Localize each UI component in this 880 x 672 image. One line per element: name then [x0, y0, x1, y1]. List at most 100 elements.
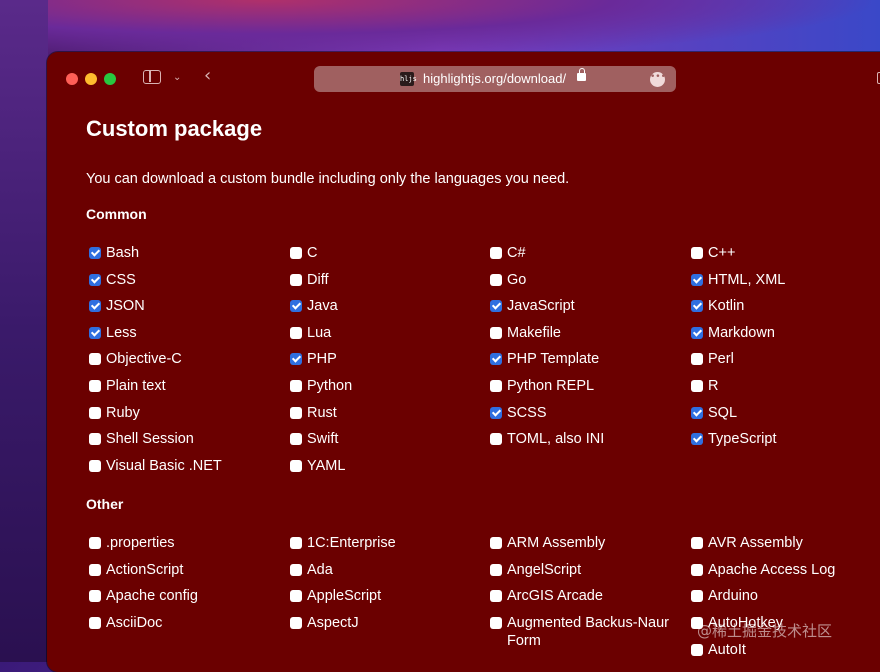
language-checkbox[interactable]	[290, 380, 302, 392]
language-checkbox[interactable]	[691, 590, 703, 603]
chevron-down-icon[interactable]: ⌄	[173, 72, 181, 83]
language-checkbox[interactable]	[490, 353, 502, 366]
language-checkbox[interactable]	[89, 537, 101, 549]
sidebar-toggle-icon[interactable]	[143, 70, 161, 84]
language-checkbox[interactable]	[89, 273, 101, 286]
language-checkbox[interactable]	[490, 563, 502, 576]
language-option[interactable]: Ada	[290, 561, 333, 579]
language-checkbox[interactable]	[89, 406, 101, 419]
language-option[interactable]: Diff	[290, 271, 329, 289]
language-option[interactable]: JSON	[89, 297, 145, 315]
zoom-window-button[interactable]	[104, 73, 116, 85]
language-option[interactable]: Java	[290, 297, 338, 315]
language-option[interactable]: Swift	[290, 430, 338, 448]
language-option[interactable]: AngelScript	[490, 561, 581, 579]
language-option[interactable]: Ruby	[89, 404, 140, 422]
address-bar[interactable]: hljs highlightjs.org/download/ •••	[314, 66, 676, 92]
language-option[interactable]: Go	[490, 271, 526, 289]
language-option[interactable]: Rust	[290, 404, 337, 422]
language-checkbox[interactable]	[89, 353, 101, 366]
language-checkbox[interactable]	[290, 433, 302, 446]
language-checkbox[interactable]	[490, 326, 502, 339]
language-checkbox[interactable]	[691, 273, 703, 286]
minimize-window-button[interactable]	[85, 73, 97, 85]
language-checkbox[interactable]	[490, 273, 502, 286]
language-option[interactable]: R	[691, 377, 718, 395]
language-option[interactable]: Python	[290, 377, 352, 395]
language-checkbox[interactable]	[290, 563, 302, 576]
language-option[interactable]: AutoIt	[691, 641, 746, 659]
language-option[interactable]: Python REPL	[490, 377, 594, 395]
language-checkbox[interactable]	[290, 406, 302, 419]
language-option[interactable]: C++	[691, 244, 735, 262]
language-option[interactable]: ARM Assembly	[490, 534, 605, 552]
language-checkbox[interactable]	[89, 459, 101, 472]
language-option[interactable]: Makefile	[490, 324, 561, 342]
close-window-button[interactable]	[66, 73, 78, 85]
language-option[interactable]: C#	[490, 244, 526, 262]
language-checkbox[interactable]	[691, 247, 703, 259]
language-checkbox[interactable]	[691, 563, 703, 576]
language-option[interactable]: AspectJ	[290, 614, 359, 632]
language-option[interactable]: .properties	[89, 534, 175, 552]
language-checkbox[interactable]	[691, 380, 703, 392]
language-checkbox[interactable]	[691, 433, 703, 446]
language-option[interactable]: PHP Template	[490, 350, 599, 368]
language-option[interactable]: Kotlin	[691, 297, 744, 315]
language-checkbox[interactable]	[290, 616, 302, 629]
language-option[interactable]: HTML, XML	[691, 271, 785, 289]
language-checkbox[interactable]	[290, 300, 302, 313]
language-option[interactable]: TypeScript	[691, 430, 777, 448]
language-option[interactable]: SQL	[691, 404, 737, 422]
language-checkbox[interactable]	[290, 459, 302, 472]
language-checkbox[interactable]	[490, 300, 502, 313]
language-option[interactable]: CSS	[89, 271, 136, 289]
language-checkbox[interactable]	[490, 433, 502, 446]
language-option[interactable]: Arduino	[691, 587, 758, 605]
language-option[interactable]: Bash	[89, 244, 139, 262]
language-checkbox[interactable]	[691, 644, 703, 656]
language-option[interactable]: Less	[89, 324, 137, 342]
language-checkbox[interactable]	[490, 537, 502, 549]
language-checkbox[interactable]	[290, 353, 302, 366]
language-checkbox[interactable]	[490, 406, 502, 419]
more-options-icon[interactable]: •••	[650, 72, 666, 87]
language-option[interactable]: Objective-C	[89, 350, 182, 368]
language-checkbox[interactable]	[490, 380, 502, 392]
language-checkbox[interactable]	[89, 326, 101, 339]
language-option[interactable]: Visual Basic .NET	[89, 457, 222, 475]
language-option[interactable]: Apache config	[89, 587, 198, 605]
language-checkbox[interactable]	[691, 353, 703, 366]
language-checkbox[interactable]	[691, 326, 703, 339]
language-option[interactable]: Plain text	[89, 377, 166, 395]
language-option[interactable]: C	[290, 244, 317, 262]
language-option[interactable]: PHP	[290, 350, 337, 368]
language-checkbox[interactable]	[691, 300, 703, 313]
language-option[interactable]: JavaScript	[490, 297, 575, 315]
language-option[interactable]: Shell Session	[89, 430, 194, 448]
language-checkbox[interactable]	[290, 537, 302, 549]
language-option[interactable]: AppleScript	[290, 587, 381, 605]
language-option[interactable]: AVR Assembly	[691, 534, 803, 552]
language-option[interactable]: YAML	[290, 457, 345, 475]
language-checkbox[interactable]	[490, 617, 502, 629]
language-option[interactable]: Markdown	[691, 324, 775, 342]
language-checkbox[interactable]	[490, 247, 502, 259]
language-checkbox[interactable]	[89, 380, 101, 392]
language-checkbox[interactable]	[89, 616, 101, 629]
language-checkbox[interactable]	[290, 273, 302, 286]
language-option[interactable]: ActionScript	[89, 561, 183, 579]
language-option[interactable]: ArcGIS Arcade	[490, 587, 603, 605]
language-checkbox[interactable]	[290, 247, 302, 259]
language-checkbox[interactable]	[89, 563, 101, 576]
language-checkbox[interactable]	[490, 590, 502, 603]
language-checkbox[interactable]	[691, 537, 703, 549]
language-checkbox[interactable]	[89, 433, 101, 446]
language-option[interactable]: Augmented Backus-Naur Form	[490, 614, 690, 650]
language-checkbox[interactable]	[290, 326, 302, 339]
language-option[interactable]: AsciiDoc	[89, 614, 162, 632]
language-option[interactable]: Perl	[691, 350, 734, 368]
language-option[interactable]: TOML, also INI	[490, 430, 604, 448]
language-checkbox[interactable]	[89, 300, 101, 313]
language-option[interactable]: Lua	[290, 324, 331, 342]
